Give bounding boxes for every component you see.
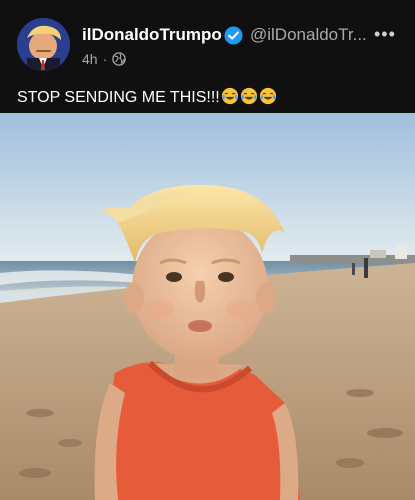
verified-badge-icon: [224, 26, 243, 45]
social-post: ilDonaldoTrumpo @ilDonaldoTr... ••• 4h ·…: [0, 0, 415, 500]
post-text-content: STOP SENDING ME THIS!!!: [17, 89, 220, 106]
meta-separator: ·: [102, 51, 108, 67]
beach-toddler-image: [0, 113, 415, 500]
more-options-button[interactable]: •••: [374, 25, 398, 43]
post-text: STOP SENDING ME THIS!!!: [17, 87, 277, 107]
avatar-image: [17, 18, 70, 71]
display-name[interactable]: ilDonaldoTrumpo: [82, 25, 222, 45]
emoji-row: [221, 87, 277, 105]
face-with-tears-of-joy-icon: [221, 87, 238, 105]
face-with-tears-of-joy-icon: [259, 87, 276, 105]
face-with-tears-of-joy-icon: [240, 87, 257, 105]
post-meta: 4h ·: [82, 51, 127, 67]
avatar[interactable]: [17, 18, 70, 71]
timestamp[interactable]: 4h: [82, 51, 98, 67]
post-image[interactable]: [0, 113, 415, 500]
user-handle[interactable]: @ilDonaldoTr...: [250, 25, 367, 45]
globe-icon: [112, 52, 127, 66]
